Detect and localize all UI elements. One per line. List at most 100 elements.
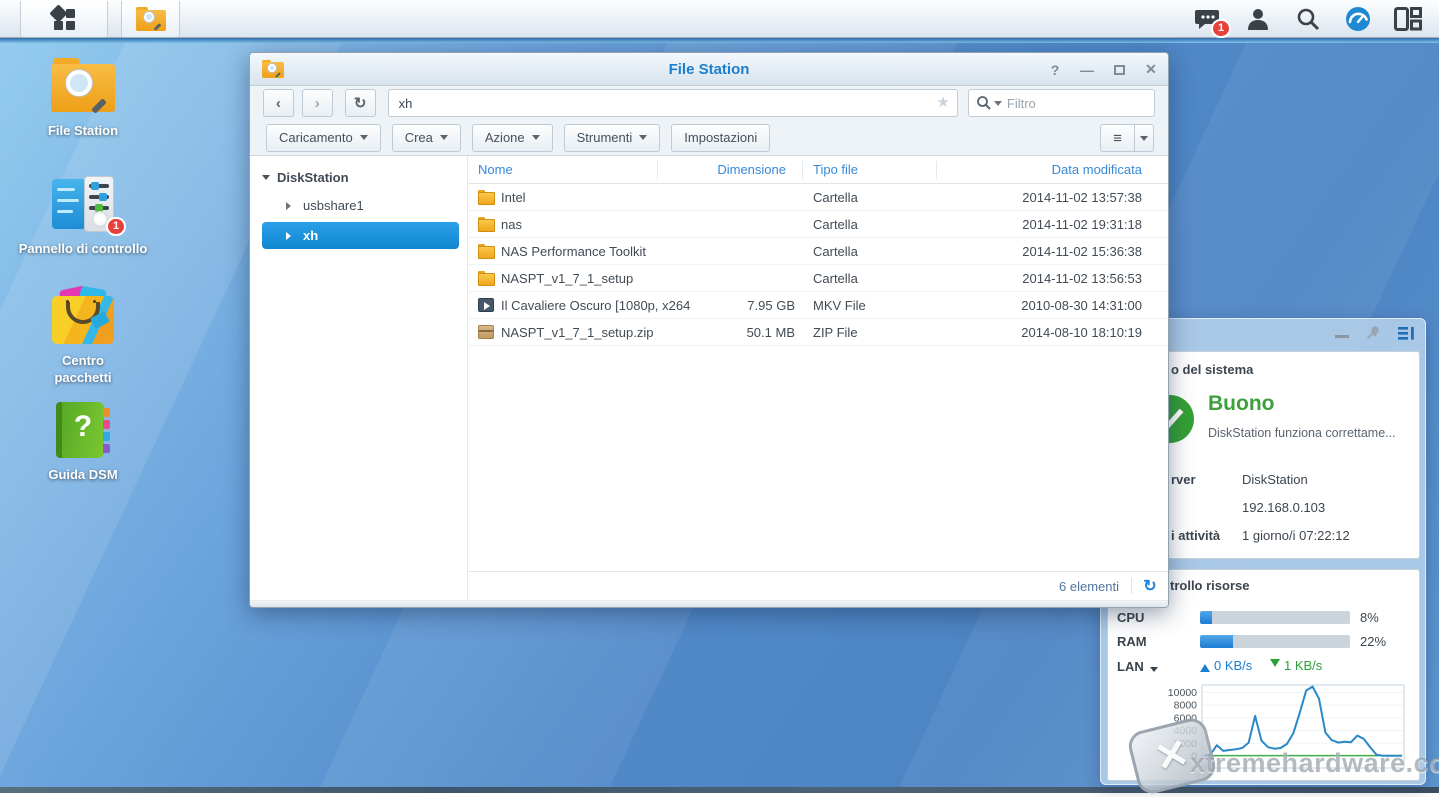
server-name-label: rver bbox=[1171, 472, 1196, 487]
widget-minimize-button[interactable] bbox=[1335, 335, 1349, 338]
table-row[interactable]: NASPT_v1_7_1_setup.zip 50.1 MB ZIP File … bbox=[468, 319, 1168, 346]
control-panel-icon: 1 bbox=[52, 176, 114, 232]
table-row[interactable]: Intel Cartella 2014-11-02 13:57:38 bbox=[468, 184, 1168, 211]
tree-root-diskstation[interactable]: DiskStation bbox=[250, 164, 467, 191]
taskbar-right-icons: 1 bbox=[1193, 0, 1439, 38]
table-header: Nome Dimensione Tipo file Data modificat… bbox=[468, 156, 1168, 184]
settings-button[interactable]: Impostazioni bbox=[671, 124, 770, 152]
back-button[interactable]: ‹ bbox=[263, 89, 294, 117]
search-field-wrap bbox=[968, 89, 1155, 117]
column-header-type[interactable]: Tipo file bbox=[803, 161, 937, 179]
ram-percent: 22% bbox=[1360, 634, 1386, 649]
notifications-badge: 1 bbox=[1211, 19, 1231, 38]
zip-file-icon bbox=[478, 325, 494, 339]
desktop-icon-package-center[interactable]: Centro pacchetti bbox=[8, 288, 158, 386]
tree-item-usbshare1[interactable]: usbshare1 bbox=[250, 191, 467, 220]
control-panel-badge: 1 bbox=[106, 217, 126, 236]
path-input[interactable] bbox=[388, 89, 958, 117]
lan-traffic-chart: 0200040006000800010000 bbox=[1148, 682, 1410, 774]
lan-download: 1 KB/s bbox=[1270, 658, 1322, 673]
folder-icon bbox=[478, 244, 494, 258]
help-button[interactable]: ? bbox=[1046, 62, 1064, 78]
search-button[interactable] bbox=[1293, 4, 1323, 34]
download-arrow-icon bbox=[1270, 659, 1280, 672]
desktop-icon-file-station[interactable]: File Station bbox=[8, 58, 158, 139]
refresh-list-button[interactable]: ↻ bbox=[1132, 576, 1168, 596]
column-header-name[interactable]: Nome bbox=[468, 161, 658, 179]
svg-text:10000: 10000 bbox=[1168, 687, 1197, 699]
chevron-right-icon bbox=[286, 232, 295, 240]
svg-text:6000: 6000 bbox=[1174, 712, 1198, 724]
taskbar-file-station-button[interactable] bbox=[121, 1, 180, 37]
pilot-view-button[interactable] bbox=[1393, 4, 1423, 34]
ram-bar-fill bbox=[1200, 635, 1233, 648]
folder-tree-sidebar: DiskStation usbshare1 xh bbox=[250, 156, 468, 600]
health-status-label: Buono bbox=[1208, 392, 1274, 416]
view-options-caret-button[interactable] bbox=[1135, 124, 1154, 152]
file-list-area: Nome Dimensione Tipo file Data modificat… bbox=[468, 156, 1168, 600]
maximize-button[interactable] bbox=[1110, 65, 1128, 75]
chevron-down-icon bbox=[360, 135, 368, 144]
desktop-icon-dsm-help[interactable]: ? Guida DSM bbox=[8, 402, 158, 483]
cpu-label: CPU bbox=[1117, 610, 1144, 625]
chevron-down-icon bbox=[532, 135, 540, 144]
resource-monitor-title: trollo risorse bbox=[1170, 578, 1249, 593]
system-health-button[interactable] bbox=[1343, 4, 1373, 34]
main-menu-icon bbox=[52, 7, 76, 31]
video-file-icon bbox=[478, 298, 494, 312]
window-title: File Station bbox=[250, 61, 1168, 78]
desktop-icon-control-panel[interactable]: 1 Pannello di controllo bbox=[8, 176, 158, 257]
column-header-modified[interactable]: Data modificata bbox=[937, 161, 1168, 179]
close-button[interactable]: ✕ bbox=[1142, 61, 1160, 78]
lan-label[interactable]: LAN bbox=[1117, 659, 1144, 674]
ip-value: 192.168.0.103 bbox=[1242, 500, 1325, 515]
table-row[interactable]: NAS Performance Toolkit Cartella 2014-11… bbox=[468, 238, 1168, 265]
file-rows: Intel Cartella 2014-11-02 13:57:38 nas C… bbox=[468, 184, 1168, 571]
uptime-label: i attività bbox=[1171, 528, 1220, 543]
pin-icon[interactable] bbox=[1365, 325, 1381, 341]
table-row[interactable]: NASPT_v1_7_1_setup Cartella 2014-11-02 1… bbox=[468, 265, 1168, 292]
upload-menu-button[interactable]: Caricamento bbox=[266, 124, 381, 152]
svg-text:4000: 4000 bbox=[1174, 725, 1198, 737]
lan-dropdown-caret-icon[interactable] bbox=[1150, 667, 1158, 676]
chevron-right-icon bbox=[286, 202, 295, 210]
create-menu-button[interactable]: Crea bbox=[392, 124, 461, 152]
notifications-button[interactable]: 1 bbox=[1193, 4, 1223, 34]
tools-menu-button[interactable]: Strumenti bbox=[564, 124, 661, 152]
forward-button[interactable]: › bbox=[302, 89, 333, 117]
user-menu-button[interactable] bbox=[1243, 4, 1273, 34]
search-icon bbox=[1296, 7, 1320, 31]
action-menu-button[interactable]: Azione bbox=[472, 124, 553, 152]
table-row[interactable]: Il Cavaliere Oscuro [1080p, x264 7.95 GB… bbox=[468, 292, 1168, 319]
folder-icon bbox=[478, 217, 494, 231]
window-titlebar[interactable]: File Station ? — ✕ bbox=[250, 53, 1168, 86]
favorite-star-icon[interactable]: ★ bbox=[936, 93, 949, 111]
folder-icon bbox=[478, 271, 494, 285]
chevron-down-icon bbox=[639, 135, 647, 144]
minimize-button[interactable]: — bbox=[1078, 62, 1096, 78]
navigation-toolbar: ‹ › ↻ ★ bbox=[250, 86, 1168, 120]
action-menubar: Caricamento Crea Azione Strumenti Impost… bbox=[250, 120, 1168, 156]
status-bar: 6 elementi ↻ bbox=[468, 571, 1168, 600]
health-gauge-icon bbox=[1345, 6, 1371, 32]
search-options-caret-icon[interactable] bbox=[994, 101, 1002, 110]
cpu-percent: 8% bbox=[1360, 610, 1379, 625]
refresh-button[interactable]: ↻ bbox=[345, 89, 376, 117]
widget-panel-icon[interactable] bbox=[1397, 325, 1415, 341]
package-center-icon bbox=[52, 288, 114, 344]
tree-item-xh-selected[interactable]: xh bbox=[262, 222, 459, 249]
desktop-top-edge bbox=[0, 38, 1439, 43]
main-menu-button[interactable] bbox=[20, 1, 108, 37]
dsm-help-icon: ? bbox=[56, 402, 110, 458]
path-field-wrap: ★ bbox=[388, 89, 958, 117]
file-station-icon bbox=[136, 7, 166, 31]
column-header-size[interactable]: Dimensione bbox=[658, 161, 803, 179]
search-icon bbox=[976, 95, 992, 111]
item-count: 6 elementi bbox=[1059, 579, 1131, 594]
svg-text:0: 0 bbox=[1191, 751, 1197, 763]
folder-icon bbox=[478, 190, 494, 204]
list-view-button[interactable]: ≡ bbox=[1100, 124, 1135, 152]
table-row[interactable]: nas Cartella 2014-11-02 19:31:18 bbox=[468, 211, 1168, 238]
file-station-window: File Station ? — ✕ ‹ › ↻ ★ Caricamento C… bbox=[249, 52, 1169, 608]
ram-label: RAM bbox=[1117, 634, 1147, 649]
